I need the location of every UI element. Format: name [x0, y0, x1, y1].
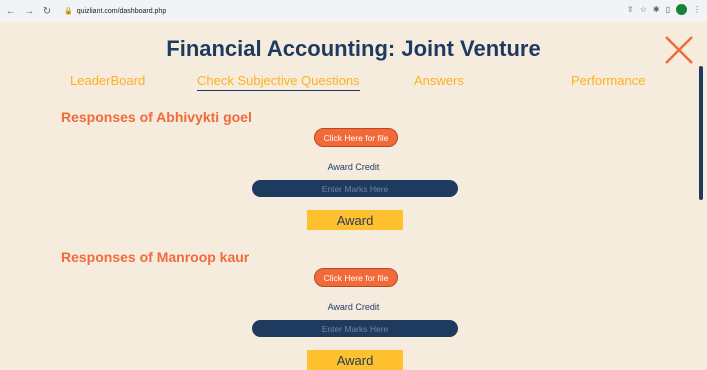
- address-bar[interactable]: 🔒 quizliant.com/dashboard.php: [64, 3, 624, 19]
- marks-input[interactable]: [252, 320, 458, 337]
- dashboard-page: Financial Accounting: Joint Venture Lead…: [0, 22, 707, 370]
- extensions-icon[interactable]: ✱: [653, 5, 660, 14]
- response-name: Responses of Manroop kaur: [61, 249, 250, 265]
- browser-toolbar: ← → ↻ 🔒 quizliant.com/dashboard.php ⇪ ☆ …: [0, 0, 707, 23]
- award-button[interactable]: Award: [307, 210, 403, 230]
- scrollbar[interactable]: [699, 66, 703, 200]
- back-icon[interactable]: ←: [4, 4, 18, 18]
- url-text: quizliant.com/dashboard.php: [76, 7, 167, 15]
- award-button[interactable]: Award: [307, 350, 403, 370]
- reload-icon[interactable]: ↻: [40, 4, 54, 18]
- award-credit-label: Award Credit: [327, 162, 380, 172]
- nav-check-subjective-questions[interactable]: Check Subjective Questions: [197, 73, 360, 91]
- open-file-button[interactable]: Click Here for file: [314, 128, 398, 147]
- forward-icon[interactable]: →: [22, 4, 36, 18]
- profile-avatar[interactable]: [676, 4, 687, 15]
- open-file-button[interactable]: Click Here for file: [314, 268, 398, 287]
- award-credit-label: Award Credit: [327, 302, 380, 312]
- menu-icon[interactable]: ⋮: [693, 5, 701, 14]
- share-icon[interactable]: ⇪: [627, 5, 634, 14]
- close-icon[interactable]: [663, 34, 695, 66]
- star-icon[interactable]: ☆: [640, 5, 647, 14]
- response-name: Responses of Abhivykti goel: [61, 109, 252, 125]
- marks-input[interactable]: [252, 180, 458, 197]
- nav-leaderboard[interactable]: LeaderBoard: [70, 73, 145, 88]
- lock-icon: 🔒: [64, 8, 73, 15]
- page-title: Financial Accounting: Joint Venture: [166, 36, 541, 61]
- nav-performance[interactable]: Performance: [571, 73, 645, 88]
- nav-answers[interactable]: Answers: [414, 73, 464, 88]
- sidepanel-icon[interactable]: ▯: [666, 5, 670, 14]
